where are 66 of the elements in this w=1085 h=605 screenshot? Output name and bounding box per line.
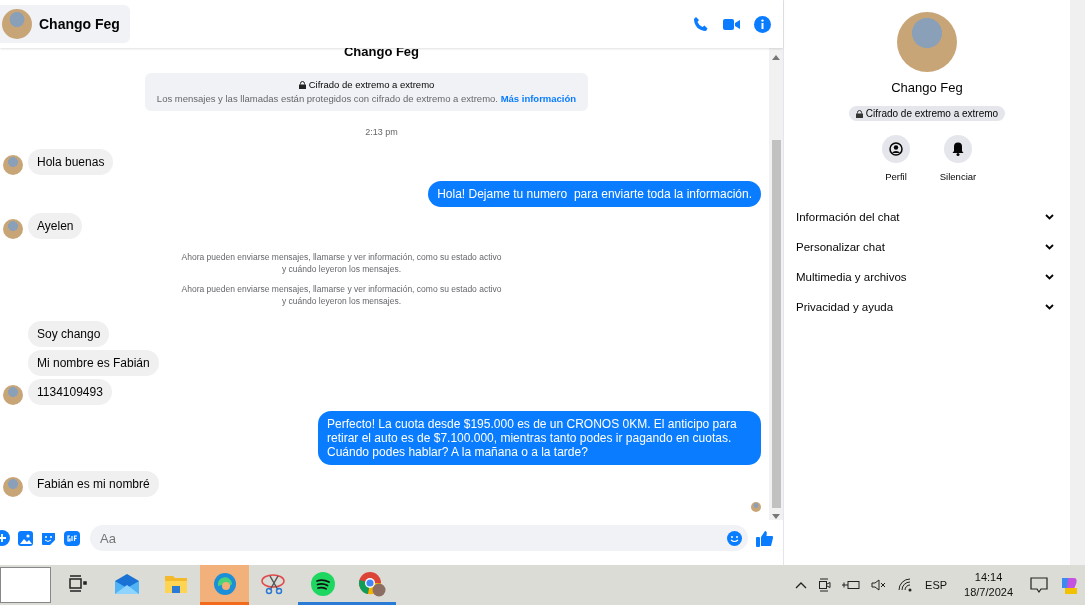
incoming-message: Ayelen xyxy=(28,213,83,239)
gif-icon[interactable] xyxy=(64,530,80,546)
section-toggle[interactable]: Personalizar chat xyxy=(784,237,1070,257)
contact-header[interactable]: Chango Feg xyxy=(0,5,130,43)
message-field[interactable]: Aa xyxy=(90,525,748,551)
mute-button[interactable]: Silenciar xyxy=(940,135,976,182)
avatar xyxy=(3,219,23,239)
mail-icon[interactable] xyxy=(113,572,140,595)
seen-avatar xyxy=(751,502,761,512)
clock[interactable]: 14:14 18/7/2024 xyxy=(964,570,1013,600)
avatar xyxy=(3,477,23,497)
more-info-link[interactable]: Más información xyxy=(500,93,577,104)
chevron-icon xyxy=(1045,304,1054,310)
phone-icon[interactable] xyxy=(693,16,709,32)
avatar xyxy=(2,9,32,39)
lock-icon xyxy=(298,81,306,89)
person-icon xyxy=(889,142,903,156)
scissors-icon[interactable] xyxy=(260,571,287,596)
outgoing-message: Hola! Dejame tu numero para enviarte toda la información. xyxy=(428,181,761,207)
language-indicator[interactable]: ESP xyxy=(925,579,948,591)
profile-name: Chango Feg xyxy=(891,80,963,95)
section-toggle[interactable]: Privacidad y ayuda xyxy=(784,297,1070,317)
system-message: Ahora pueden enviarse mensajes, llamarse y ver información, como su estado activo y cuándo leyeron los mensajes. xyxy=(180,283,503,307)
incoming-message: Soy chango xyxy=(28,321,110,347)
timestamp: 2:13 pm xyxy=(365,127,398,137)
scrollbar[interactable] xyxy=(769,48,783,520)
encryption-title: Cifrado de extremo a extremo xyxy=(308,78,435,92)
task-view-icon[interactable] xyxy=(67,573,88,594)
incoming-message: Mi nombre es Fabián xyxy=(28,350,159,376)
incoming-message: 1134109493 xyxy=(28,379,112,405)
incoming-message: Fabián es mi nombré xyxy=(28,471,159,497)
avatar xyxy=(3,155,23,175)
bell-icon xyxy=(952,142,964,156)
section-toggle[interactable]: Información del chat xyxy=(784,207,1070,227)
chevron-icon xyxy=(1045,244,1054,250)
encryption-text: Los mensajes y las llamadas están protegidos con cifrado de extremo a extremo. Más información xyxy=(156,92,577,106)
message-input[interactable]: Aa xyxy=(98,529,727,547)
chevron-icon xyxy=(1045,274,1054,280)
system-message: Ahora pueden enviarse mensajes, llamarse y ver información, como su estado activo y cuándo leyeron los mensajes. xyxy=(180,251,503,275)
video-camera-icon[interactable] xyxy=(723,17,740,31)
volume-muted-icon[interactable] xyxy=(871,579,888,591)
copilot-icon[interactable] xyxy=(1059,575,1079,595)
plus-icon[interactable] xyxy=(0,530,10,546)
info-icon[interactable] xyxy=(754,15,771,33)
emoji-icon[interactable] xyxy=(727,530,742,546)
profile-photo-placeholder xyxy=(897,12,957,72)
camera-icon[interactable] xyxy=(818,577,832,593)
chevron-up-icon[interactable] xyxy=(795,581,808,589)
battery-icon[interactable] xyxy=(842,580,861,590)
scroll-up-icon[interactable] xyxy=(772,54,780,60)
lock-icon xyxy=(855,109,863,118)
chrome-icon[interactable] xyxy=(357,570,386,597)
search-box[interactable] xyxy=(0,567,51,603)
image-icon[interactable] xyxy=(18,530,33,546)
music-app-icon[interactable] xyxy=(310,571,335,596)
chevron-icon xyxy=(1045,214,1054,220)
encryption-badge-text: Cifrado de extremo a extremo xyxy=(865,108,999,119)
section-toggle[interactable]: Multimedia y archivos xyxy=(784,267,1070,287)
notification-icon[interactable] xyxy=(1030,576,1048,594)
profile-button[interactable]: Perfil xyxy=(878,135,914,182)
sticker-icon[interactable] xyxy=(41,530,56,546)
scroll-down-icon[interactable] xyxy=(772,514,780,520)
incoming-message: Hola buenas xyxy=(28,149,114,175)
thumbs-up-icon[interactable] xyxy=(756,529,773,547)
avatar xyxy=(3,385,23,405)
outgoing-message: Perfecto! La cuota desde $195.000 es de un CRONOS 0KM. El anticipo para retirar el auto es de $7.100.000, mientras tanto podes ir pagando en cuotas. Cuándo podes hablar? A la mañana o a la tarde? xyxy=(318,411,761,465)
